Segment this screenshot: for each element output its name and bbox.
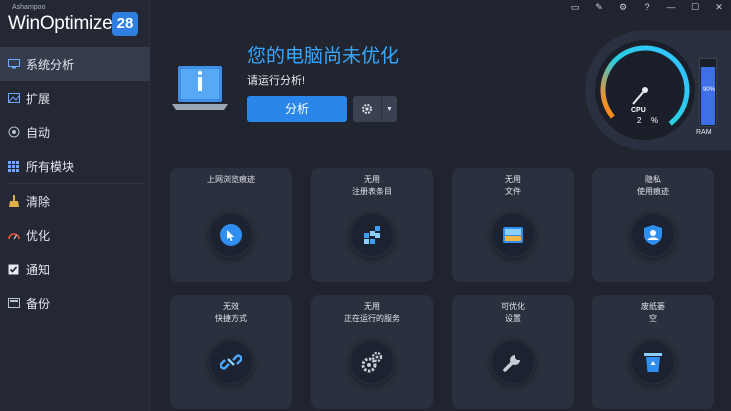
brand-vendor: Ashampoo [12,4,46,11]
sidebar-item-auto[interactable]: 自动 [0,115,150,149]
page-title: 您的电脑尚未优化 [247,46,400,67]
ram-value: 90% [702,87,715,93]
sidebar-nav: 系统分析 扩展 自动 所有模块 清除 优化 通知 备份 [0,47,150,320]
tile-recycle-bin[interactable]: 废纸篓 空 [592,295,714,409]
cpu-value: 2 [637,116,642,125]
privacy-shield-icon [630,212,676,258]
tile-junk-files[interactable]: 无用 文件 [452,168,574,282]
grid-icon [7,160,20,173]
files-icon [490,212,536,258]
sidebar-item-system-analysis[interactable]: 系统分析 [0,47,150,81]
maximize-icon[interactable]: ☐ [683,0,707,14]
sidebar-item-backup[interactable]: 备份 [0,286,150,320]
app-logo: Ashampoo WinOptimizer 28 [8,4,148,40]
backup-icon [7,297,20,310]
tile-optimizable-settings[interactable]: 可优化 设置 [452,295,574,409]
ram-label: RAM [696,129,712,136]
services-gears-icon [349,339,395,385]
cpu-unit: % [651,116,659,125]
sidebar-item-label: 系统分析 [26,57,75,72]
cpu-label: CPU [631,107,646,114]
sidebar-item-label: 通知 [26,262,51,277]
sidebar-item-all-modules[interactable]: 所有模块 [0,149,150,183]
speedometer-icon [7,229,20,242]
tile-label: 无用 文件 [505,175,521,196]
brand-name: WinOptimizer [8,13,119,34]
ram-fill [701,66,715,125]
tile-label: 无用 正在运行的服务 [344,302,400,323]
monitor-icon [7,58,20,71]
broken-link-icon [208,339,254,385]
cpu-gauge [595,40,695,140]
analyze-button[interactable]: 分析 [247,96,347,122]
sidebar-item-label: 备份 [26,296,51,311]
sidebar-item-label: 自动 [26,125,51,140]
tile-privacy[interactable]: 隐私 使用痕迹 [592,168,714,282]
laptop-info-icon [172,62,228,114]
system-monitor: CPU 2 % 90% RAM [585,30,731,150]
wrench-icon [490,339,536,385]
gear-icon [353,96,382,122]
tile-label: 无用 注册表条目 [352,175,392,196]
sidebar-item-optimize[interactable]: 优化 [0,218,150,252]
sidebar-item-notifications[interactable]: 通知 [0,252,150,286]
analysis-settings-button[interactable]: ▼ [353,96,397,122]
tile-registry[interactable]: 无用 注册表条目 [311,168,433,282]
registry-icon [349,212,395,258]
image-icon [7,92,20,105]
tile-label: 隐私 使用痕迹 [637,175,669,196]
tile-label: 可优化 设置 [501,302,525,323]
recycle-bin-icon [630,339,676,385]
sidebar-item-extend[interactable]: 扩展 [0,81,150,115]
module-tiles: 上网浏览痕迹 无用 注册表条目 无用 文件 隐私 使用痕迹 无效 快捷方式 无用… [150,160,731,411]
chat-icon[interactable]: ▭ [563,0,587,14]
broom-icon [7,195,20,208]
sidebar: Ashampoo WinOptimizer 28 系统分析 扩展 自动 所有模块… [0,0,150,411]
ram-bar: 90% [699,58,717,127]
version-badge: 28 [112,12,138,36]
tile-label: 上网浏览痕迹 [207,175,255,184]
chevron-down-icon: ▼ [386,105,393,113]
window-controls: ▭ ✎ ⚙ ? — ☐ ✕ [563,0,731,14]
auto-icon [7,126,20,139]
tile-broken-shortcuts[interactable]: 无效 快捷方式 [170,295,292,409]
check-icon [7,263,20,276]
tile-label: 无效 快捷方式 [215,302,247,323]
tile-running-services[interactable]: 无用 正在运行的服务 [311,295,433,409]
minimize-icon[interactable]: — [659,0,683,14]
edit-icon[interactable]: ✎ [587,0,611,14]
help-icon[interactable]: ? [635,0,659,14]
sidebar-item-label: 清除 [26,194,51,209]
browser-traces-icon [208,212,254,258]
close-icon[interactable]: ✕ [707,0,731,14]
tile-browser-traces[interactable]: 上网浏览痕迹 [170,168,292,282]
page-subtitle: 请运行分析! [247,75,306,87]
sidebar-item-label: 所有模块 [26,159,75,174]
settings-icon[interactable]: ⚙ [611,0,635,14]
sidebar-item-label: 扩展 [26,91,51,106]
tile-label: 废纸篓 空 [641,302,665,323]
sidebar-item-clean[interactable]: 清除 [0,184,150,218]
sidebar-item-label: 优化 [26,228,51,243]
